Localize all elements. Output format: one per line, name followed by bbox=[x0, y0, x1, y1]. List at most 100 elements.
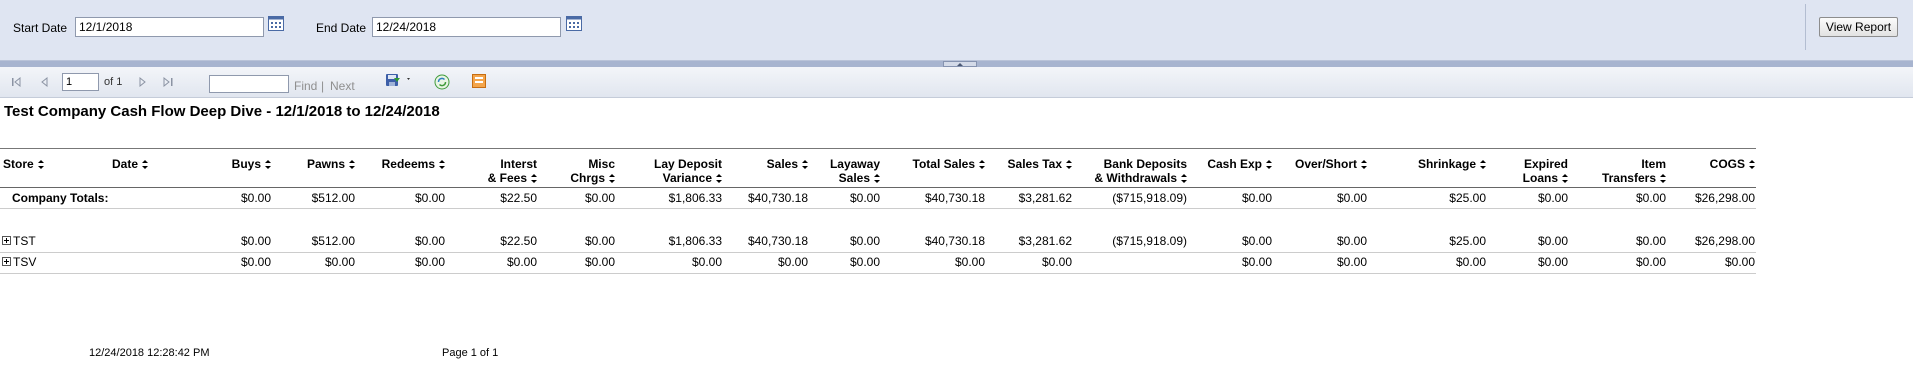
calendar-icon[interactable] bbox=[268, 16, 284, 31]
sort-icon[interactable] bbox=[1066, 160, 1072, 169]
store-name[interactable]: TST bbox=[13, 234, 36, 248]
totals-cell: $0.00 bbox=[849, 191, 880, 205]
sort-icon[interactable] bbox=[1181, 174, 1187, 183]
first-page-icon[interactable] bbox=[11, 77, 23, 87]
column-header[interactable]: Cash Exp bbox=[1207, 157, 1272, 171]
table-cell: ($715,918.09) bbox=[1112, 234, 1187, 248]
column-header[interactable]: Date bbox=[112, 157, 149, 171]
calendar-icon[interactable] bbox=[566, 16, 582, 31]
sort-icon[interactable] bbox=[1361, 160, 1367, 169]
table-cell: $0.00 bbox=[849, 255, 880, 269]
table-cell: $0.00 bbox=[324, 255, 355, 269]
table-cell: $0.00 bbox=[240, 255, 271, 269]
table-cell: $0.00 bbox=[691, 255, 722, 269]
table-cell: $0.00 bbox=[1724, 255, 1755, 269]
sort-icon[interactable] bbox=[609, 174, 615, 183]
header-bottom-rule bbox=[0, 187, 1756, 188]
totals-cell: $40,730.18 bbox=[924, 191, 985, 205]
totals-cell: $0.00 bbox=[1241, 191, 1272, 205]
row-rule bbox=[0, 252, 1756, 253]
footer-timestamp: 12/24/2018 12:28:42 PM bbox=[89, 347, 210, 359]
column-header[interactable]: Over/Short bbox=[1295, 157, 1367, 171]
totals-cell: $0.00 bbox=[1537, 191, 1568, 205]
sort-icon[interactable] bbox=[439, 160, 445, 169]
column-header-line2: Redeems bbox=[381, 157, 435, 171]
table-cell: $0.00 bbox=[584, 234, 615, 248]
column-header[interactable]: Item Transfers bbox=[1602, 157, 1666, 185]
sort-icon[interactable] bbox=[531, 174, 537, 183]
totals-cell: $22.50 bbox=[500, 191, 537, 205]
column-header[interactable]: Layaway Sales bbox=[830, 157, 880, 185]
table-cell: $0.00 bbox=[1241, 255, 1272, 269]
print-layout-icon[interactable] bbox=[472, 74, 486, 88]
column-header[interactable]: Shrinkage bbox=[1418, 157, 1486, 171]
column-header-line2: Over/Short bbox=[1294, 157, 1357, 171]
column-header-line2: Total Sales bbox=[912, 157, 975, 171]
sort-icon[interactable] bbox=[1480, 160, 1486, 169]
column-header[interactable]: Total Sales bbox=[913, 157, 985, 171]
column-header[interactable]: Misc Chrgs bbox=[570, 157, 615, 185]
column-header[interactable]: Interst & Fees bbox=[488, 157, 537, 185]
column-header-line2: Shrinkage bbox=[1417, 157, 1476, 171]
totals-cell: ($715,918.09) bbox=[1112, 191, 1187, 205]
column-header-line1: Expired bbox=[1523, 157, 1568, 171]
row-rule bbox=[0, 273, 1756, 274]
totals-rule bbox=[0, 208, 1756, 209]
column-header[interactable]: Lay Deposit Variance bbox=[654, 157, 722, 185]
totals-cell: $0.00 bbox=[584, 191, 615, 205]
column-header-line2: Variance bbox=[662, 171, 712, 185]
column-header[interactable]: Expired Loans bbox=[1523, 157, 1568, 185]
refresh-icon[interactable] bbox=[434, 74, 450, 90]
sort-icon[interactable] bbox=[716, 174, 722, 183]
expand-icon[interactable] bbox=[2, 257, 11, 266]
table-cell: $0.00 bbox=[1537, 234, 1568, 248]
column-header-line1: Misc bbox=[588, 157, 615, 171]
column-header[interactable]: Buys bbox=[232, 157, 271, 171]
column-header[interactable]: Store bbox=[3, 157, 44, 171]
find-link[interactable]: Find bbox=[294, 79, 317, 93]
sort-icon[interactable] bbox=[1749, 160, 1755, 169]
totals-cell: $0.00 bbox=[1336, 191, 1367, 205]
column-header-line2: Sales Tax bbox=[1007, 157, 1062, 171]
previous-page-icon[interactable] bbox=[40, 77, 50, 87]
table-cell: $0.00 bbox=[1041, 255, 1072, 269]
sort-icon[interactable] bbox=[1562, 174, 1568, 183]
sort-icon[interactable] bbox=[802, 160, 808, 169]
column-header[interactable]: COGS bbox=[1710, 157, 1755, 171]
totals-cell: $25.00 bbox=[1449, 191, 1486, 205]
column-header-line2: Cash Exp bbox=[1207, 157, 1262, 171]
column-header[interactable]: Bank Deposits & Withdrawals bbox=[1094, 157, 1187, 185]
store-name[interactable]: TSV bbox=[13, 255, 36, 269]
start-date-input[interactable] bbox=[75, 17, 264, 37]
sort-icon[interactable] bbox=[979, 160, 985, 169]
export-icon[interactable] bbox=[385, 72, 413, 88]
column-header[interactable]: Pawns bbox=[307, 157, 355, 171]
expand-icon[interactable] bbox=[2, 236, 11, 245]
column-header[interactable]: Sales Tax bbox=[1008, 157, 1072, 171]
last-page-icon[interactable] bbox=[162, 77, 174, 87]
sort-icon[interactable] bbox=[1660, 174, 1666, 183]
end-date-input[interactable] bbox=[372, 17, 561, 37]
sort-icon[interactable] bbox=[349, 160, 355, 169]
sort-icon[interactable] bbox=[265, 160, 271, 169]
next-page-icon[interactable] bbox=[137, 77, 147, 87]
sort-icon[interactable] bbox=[1266, 160, 1272, 169]
table-cell: $0.00 bbox=[1336, 255, 1367, 269]
totals-cell: $3,281.62 bbox=[1018, 191, 1072, 205]
table-cell: $3,281.62 bbox=[1018, 234, 1072, 248]
table-cell: $0.00 bbox=[584, 255, 615, 269]
page-number-input[interactable] bbox=[62, 73, 99, 91]
find-next-link[interactable]: Next bbox=[330, 79, 355, 93]
find-text-input[interactable] bbox=[209, 75, 289, 93]
column-header-line2: Pawns bbox=[306, 157, 345, 171]
table-cell: $0.00 bbox=[414, 255, 445, 269]
sort-icon[interactable] bbox=[874, 174, 880, 183]
totals-cell: $512.00 bbox=[311, 191, 355, 205]
start-date-label: Start Date bbox=[13, 21, 68, 35]
column-header[interactable]: Redeems bbox=[382, 157, 445, 171]
sort-icon[interactable] bbox=[37, 160, 44, 169]
column-header[interactable]: Sales bbox=[767, 157, 808, 171]
sort-icon[interactable] bbox=[142, 160, 149, 169]
view-report-button[interactable]: View Report bbox=[1819, 17, 1898, 37]
table-cell: $40,730.18 bbox=[747, 234, 808, 248]
